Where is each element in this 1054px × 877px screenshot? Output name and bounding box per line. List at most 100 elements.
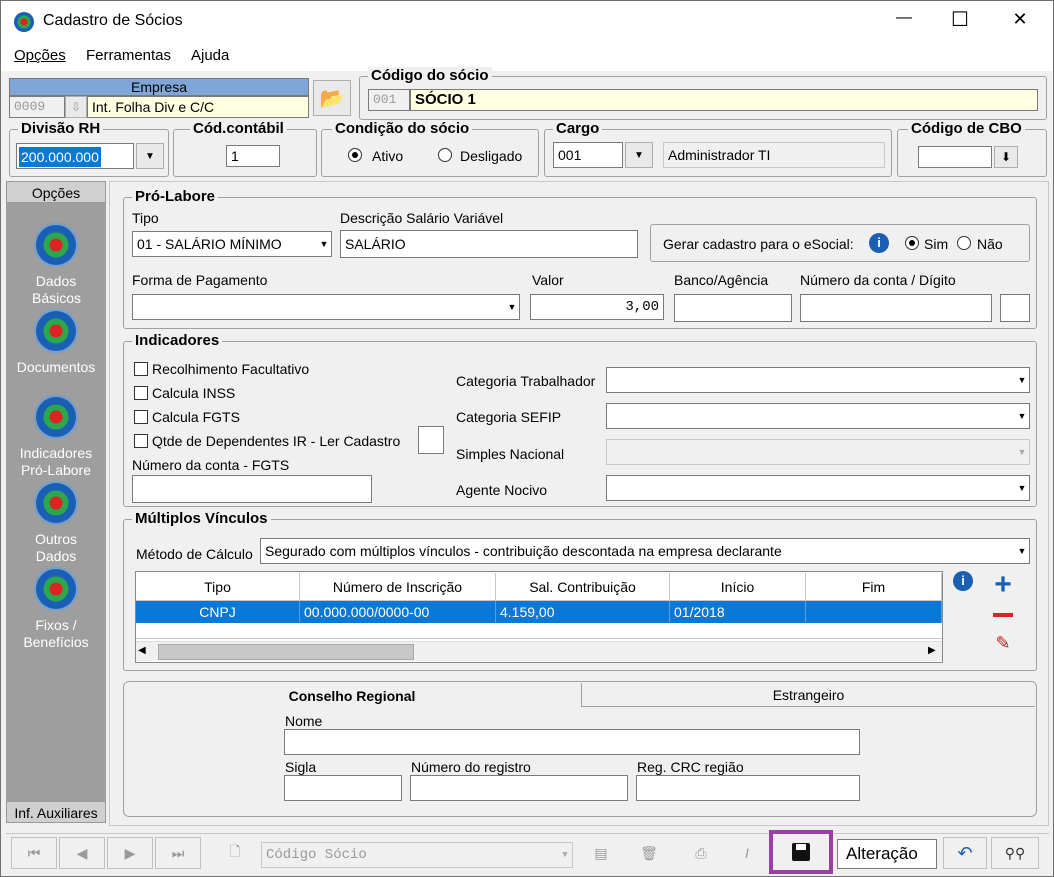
grid-header-fim[interactable]: Fim — [806, 573, 942, 601]
edit-icon[interactable]: ✎ — [991, 633, 1015, 655]
cargo-title: Cargo — [553, 120, 603, 138]
banco-field[interactable] — [674, 294, 792, 322]
esocial-nao-radio[interactable] — [957, 236, 971, 250]
scroll-left-icon[interactable]: ◀ — [138, 645, 146, 656]
documentos-icon[interactable] — [34, 309, 78, 353]
save-button[interactable] — [769, 830, 833, 874]
print-button[interactable]: ⎙ — [681, 837, 721, 869]
grid-header-tipo[interactable]: Tipo — [136, 573, 300, 601]
grid-header-inicio[interactable]: Início — [670, 573, 806, 601]
divisao-rh-dropdown[interactable]: ▼ — [136, 143, 164, 169]
cod-contabil-group: Cód.contábil 1 — [173, 120, 317, 177]
empresa-panel: Empresa 0009 ⇩ Int. Folha Div e C/C — [9, 78, 309, 120]
numero-registro-field[interactable] — [410, 775, 628, 801]
menu-ferramentas[interactable]: Ferramentas — [86, 47, 171, 64]
sigla-field[interactable] — [284, 775, 402, 801]
sidebar-item-outros-dados[interactable]: Outros Dados — [6, 531, 106, 565]
report-button[interactable]: ▤ — [581, 837, 621, 869]
next-record-button[interactable]: ▶ — [107, 837, 153, 869]
open-folder-button[interactable]: 📂 — [313, 80, 351, 116]
maximize-button[interactable]: ☐ — [945, 7, 975, 32]
simples-select[interactable]: ▼ — [606, 439, 1030, 465]
conta-label: Número da conta / Dígito — [800, 272, 956, 288]
new-document-button[interactable]: 🗋 — [215, 837, 255, 869]
remove-icon[interactable] — [993, 613, 1013, 617]
grid-scrollbar[interactable]: ◀ ▶ — [136, 641, 942, 661]
grid-cell-fim[interactable] — [806, 601, 942, 623]
esocial-sim-label: Sim — [924, 236, 949, 252]
scroll-right-icon[interactable]: ▶ — [928, 645, 936, 656]
cargo-code-field[interactable]: 001 — [553, 142, 623, 168]
grid-cell-tipo[interactable]: CNPJ — [136, 601, 300, 623]
first-record-button[interactable]: ⏮ — [11, 837, 57, 869]
undo-button[interactable]: ↶ — [943, 837, 987, 869]
categoria-trab-select[interactable]: ▼ — [606, 367, 1030, 393]
grid-cell-inscricao[interactable]: 00.000.000/0000-00 — [300, 601, 496, 623]
dependentes-field[interactable] — [418, 426, 444, 454]
cargo-group: Cargo 001 ▼ Administrador TI — [544, 120, 892, 177]
indicadores-icon[interactable] — [34, 395, 78, 439]
empresa-code-field[interactable]: 0009 — [9, 96, 65, 118]
categoria-sefip-select[interactable]: ▼ — [606, 403, 1030, 429]
esocial-sim-radio[interactable] — [905, 236, 919, 250]
sidebar-footer[interactable]: Inf. Auxiliares — [6, 801, 106, 823]
find-button[interactable]: ⚲⚲ — [991, 837, 1039, 869]
grid-header-sal[interactable]: Sal. Contribuição — [496, 573, 670, 601]
metodo-select[interactable]: Segurado com múltiplos vínculos - contri… — [260, 538, 1030, 564]
cbo-lookup-button[interactable]: ⬇ — [994, 146, 1018, 168]
sidebar-item-documentos[interactable]: Documentos — [6, 359, 106, 376]
cod-contabil-field[interactable]: 1 — [226, 145, 280, 167]
numero-registro-label: Número do registro — [411, 759, 531, 775]
sidebar-item-indicadores[interactable]: Indicadores Pró-Labore — [6, 445, 106, 479]
socio-code-field[interactable]: 001 — [368, 89, 410, 111]
socio-name-field[interactable]: SÓCIO 1 — [410, 89, 1038, 111]
dependentes-checkbox[interactable] — [134, 434, 148, 448]
report-icon: ▤ — [594, 844, 608, 861]
fixos-beneficios-icon[interactable] — [34, 567, 78, 611]
dados-basicos-icon[interactable] — [34, 223, 78, 267]
outros-dados-icon[interactable] — [34, 481, 78, 525]
empresa-lookup-icon[interactable]: ⇩ — [65, 96, 87, 118]
forma-select[interactable]: ▼ — [132, 294, 520, 320]
divisao-rh-field[interactable]: 200.000.000 — [16, 143, 134, 169]
menu-opcoes[interactable]: Opções — [14, 47, 66, 64]
conta-field[interactable] — [800, 294, 992, 322]
tab-conselho-regional[interactable]: Conselho Regional — [125, 683, 579, 709]
recolhimento-checkbox[interactable] — [134, 362, 148, 376]
scroll-thumb[interactable] — [158, 644, 414, 660]
desc-field[interactable]: SALÁRIO — [340, 230, 638, 258]
esocial-label: Gerar cadastro para o eSocial: — [663, 236, 854, 252]
calcula-fgts-checkbox[interactable] — [134, 410, 148, 424]
agente-select[interactable]: ▼ — [606, 475, 1030, 501]
digito-field[interactable] — [1000, 294, 1030, 322]
delete-button[interactable]: 🗑 — [629, 837, 669, 869]
search-code-field[interactable]: Código Sócio ▼ — [261, 842, 573, 868]
add-icon[interactable]: + — [991, 570, 1015, 600]
grid-header-inscricao[interactable]: Número de Inscrição — [300, 573, 496, 601]
minimize-button[interactable]: — — [889, 9, 919, 27]
tipo-select[interactable]: 01 - SALÁRIO MÍNIMO ▼ — [132, 231, 332, 257]
ativo-radio[interactable] — [348, 148, 362, 162]
close-button[interactable]: ✕ — [1005, 9, 1035, 30]
sidebar-header: Opções — [6, 181, 106, 203]
italic-button[interactable]: I — [729, 837, 765, 869]
grid-cell-inicio[interactable]: 01/2018 — [670, 601, 806, 623]
menu-ajuda[interactable]: Ajuda — [191, 47, 229, 64]
condicao-title: Condição do sócio — [332, 120, 473, 138]
valor-field[interactable]: 3,00 — [530, 294, 664, 320]
calcula-inss-checkbox[interactable] — [134, 386, 148, 400]
fgts-conta-field[interactable] — [132, 475, 372, 503]
cbo-field[interactable] — [918, 146, 992, 168]
prev-record-button[interactable]: ◀ — [59, 837, 105, 869]
nome-field[interactable] — [284, 729, 860, 755]
last-record-button[interactable]: ⏭ — [155, 837, 201, 869]
info-icon[interactable]: i — [869, 233, 889, 253]
grid-cell-sal[interactable]: 4.159,00 — [496, 601, 670, 623]
reg-crc-field[interactable] — [636, 775, 860, 801]
desligado-radio[interactable] — [438, 148, 452, 162]
grid-info-icon[interactable]: i — [953, 571, 973, 591]
sidebar-item-dados-basicos[interactable]: Dados Básicos — [6, 273, 106, 307]
sidebar-item-fixos[interactable]: Fixos / Benefícios — [6, 617, 106, 651]
tab-estrangeiro[interactable]: Estrangeiro — [581, 683, 1035, 707]
cargo-dropdown[interactable]: ▼ — [625, 142, 653, 168]
